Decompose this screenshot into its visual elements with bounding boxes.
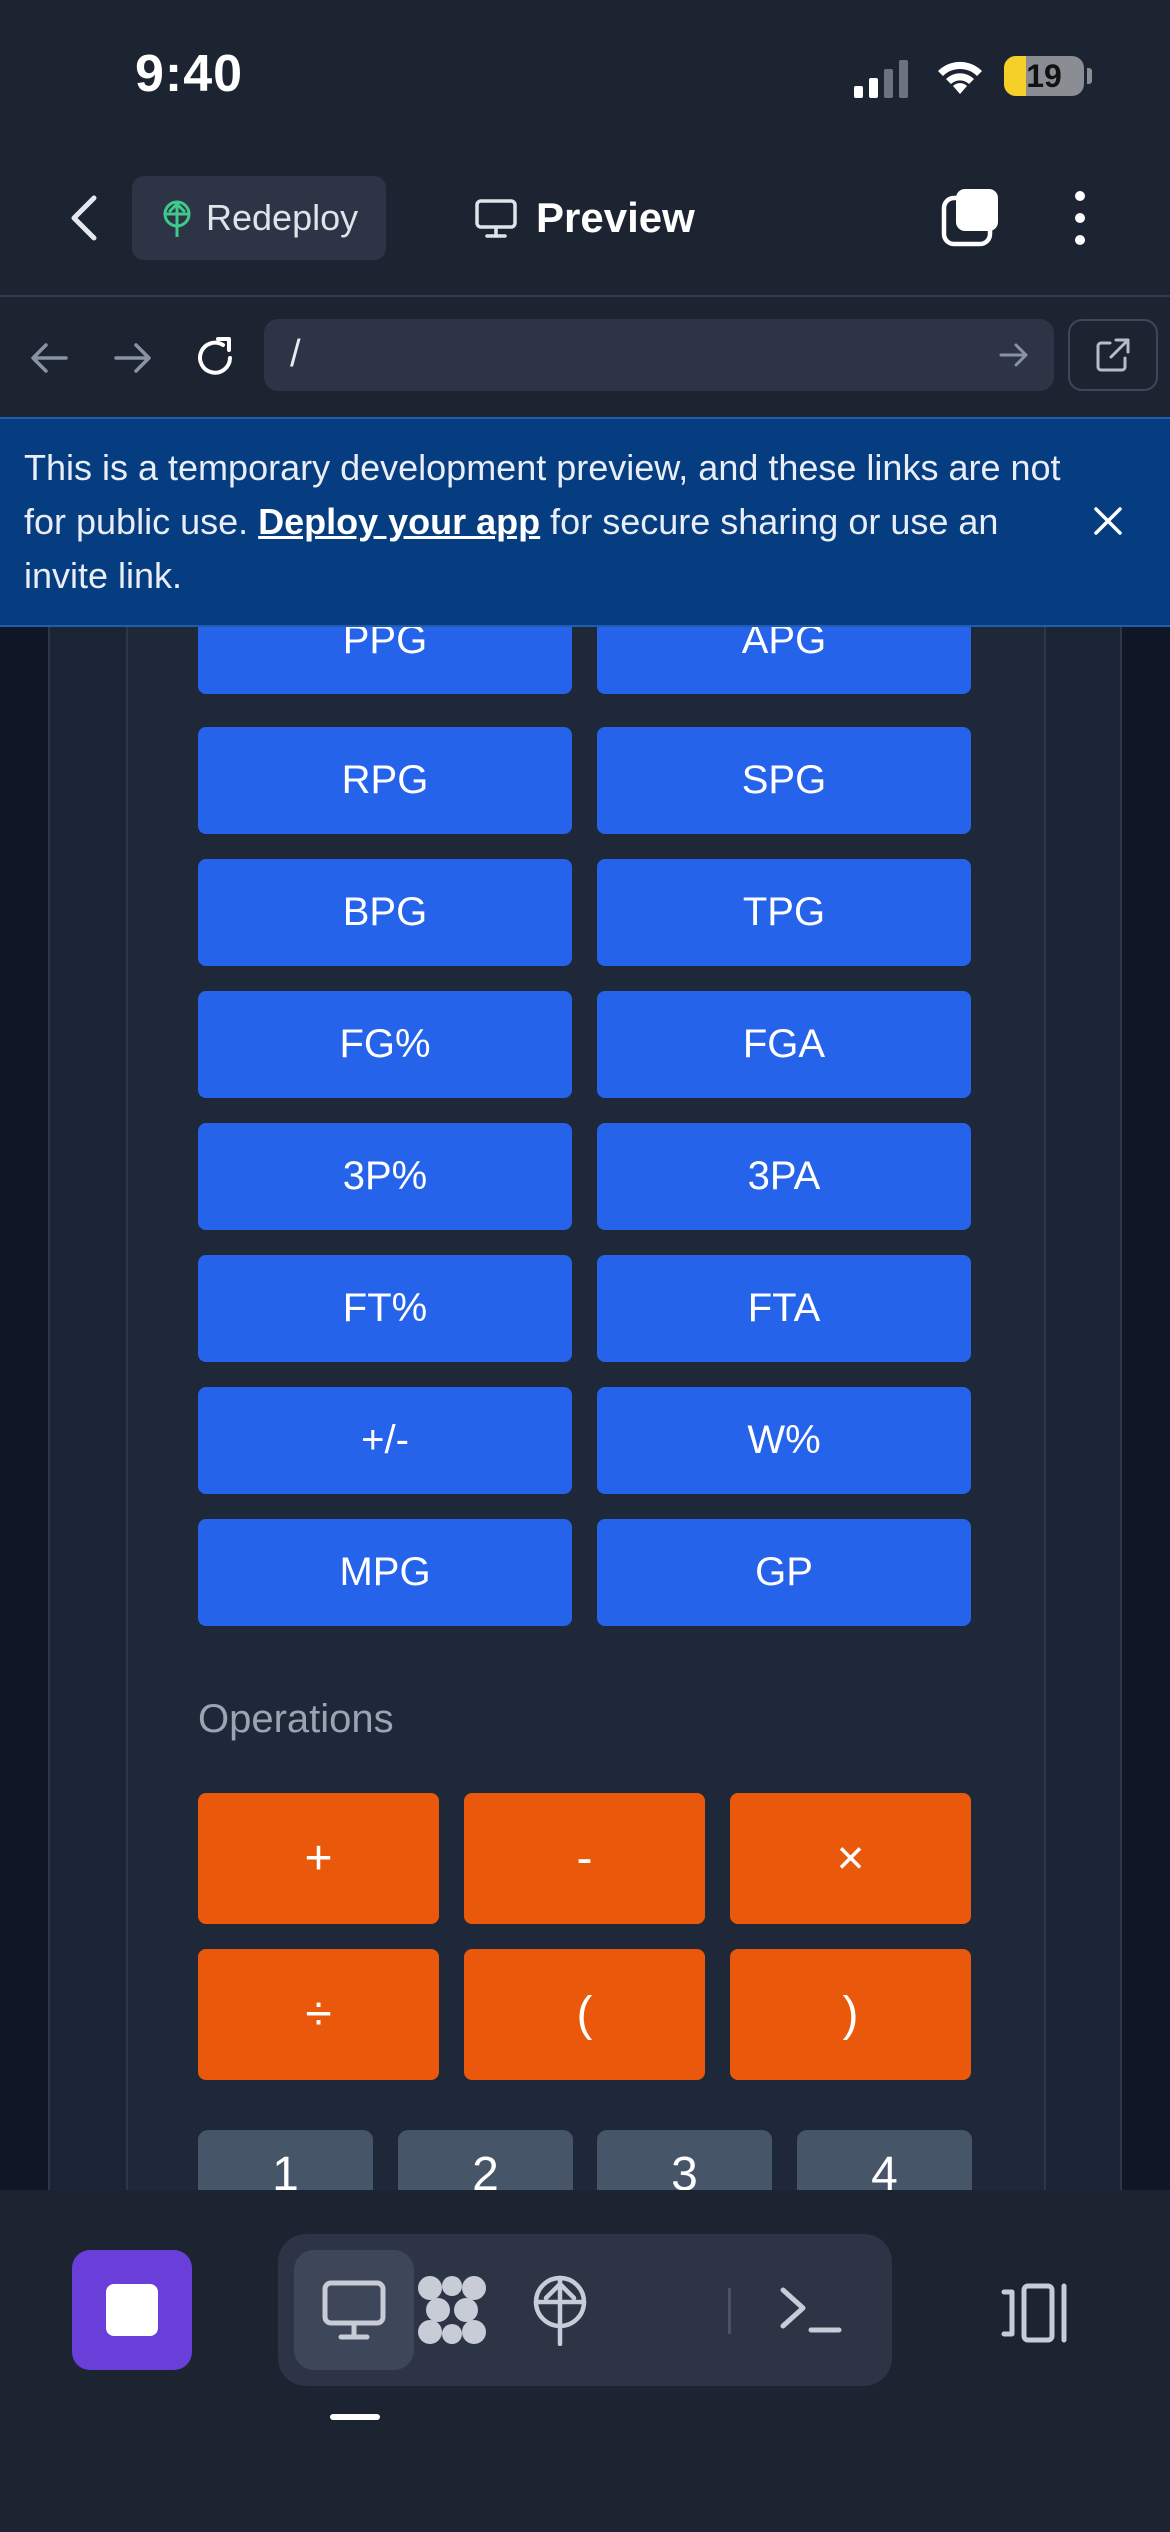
operation-button-divide[interactable]: ÷ <box>198 1949 439 2080</box>
operation-button-open-paren[interactable]: ( <box>464 1949 705 2080</box>
url-text: / <box>290 333 301 375</box>
monitor-icon <box>322 2280 386 2340</box>
stat-button-3pa[interactable]: 3PA <box>597 1123 971 1230</box>
operation-button-multiply[interactable]: × <box>730 1793 971 1924</box>
arrow-left-icon[interactable] <box>24 333 74 383</box>
active-tab-indicator <box>330 2414 380 2420</box>
redeploy-icon <box>163 200 191 237</box>
battery-level: 19 <box>1026 58 1062 94</box>
reload-icon[interactable] <box>190 333 240 383</box>
stat-button-bpg[interactable]: BPG <box>198 859 572 966</box>
go-arrow-icon[interactable] <box>996 337 1032 373</box>
stat-button-spg[interactable]: SPG <box>597 727 971 834</box>
stat-button-rpg[interactable]: RPG <box>198 727 572 834</box>
stat-button-ppg[interactable]: PPG <box>198 627 572 694</box>
wifi-icon <box>938 61 982 94</box>
stat-button-mpg[interactable]: MPG <box>198 1519 572 1626</box>
view-switcher-dock <box>278 2234 892 2386</box>
number-button-3[interactable]: 3 <box>597 2130 772 2190</box>
number-button-4[interactable]: 4 <box>797 2130 972 2190</box>
stat-button-win-pct[interactable]: W% <box>597 1387 971 1494</box>
stat-button-fg-pct[interactable]: FG% <box>198 991 572 1098</box>
dock-deploy-tab[interactable] <box>500 2250 620 2370</box>
close-icon[interactable] <box>1088 501 1128 541</box>
redeploy-button[interactable]: Redeploy <box>132 176 386 260</box>
battery-indicator: 19 <box>1004 56 1084 96</box>
terminal-icon <box>780 2287 842 2333</box>
banner-message: This is a temporary development preview,… <box>24 441 1064 603</box>
bottom-bar <box>0 2190 1170 2532</box>
side-panel-icon[interactable] <box>1000 2280 1072 2346</box>
open-external-icon <box>1096 338 1130 372</box>
stat-button-apg[interactable]: APG <box>597 627 971 694</box>
deploy-icon <box>533 2275 587 2346</box>
preview-warning-banner: This is a temporary development preview,… <box>0 417 1170 627</box>
url-bar: / <box>0 297 1170 417</box>
cellular-signal-icon <box>854 60 908 98</box>
operations-heading: Operations <box>198 1697 394 1741</box>
app-preview-area: PPG APG RPG SPG BPG TPG FG% FGA 3P% 3PA … <box>0 627 1170 2190</box>
stat-button-3p-pct[interactable]: 3P% <box>198 1123 572 1230</box>
arrow-right-icon[interactable] <box>108 333 158 383</box>
chevron-left-icon[interactable] <box>58 190 114 246</box>
status-bar: 9:40 19 <box>0 0 1170 150</box>
open-external-button[interactable] <box>1068 319 1158 391</box>
top-toolbar: Redeploy Preview <box>0 150 1170 295</box>
dock-workflow-tab[interactable] <box>392 2250 512 2370</box>
redeploy-label: Redeploy <box>206 197 359 238</box>
preview-label: Preview <box>536 194 695 241</box>
workflow-icon <box>418 2276 486 2344</box>
dock-separator <box>728 2288 731 2334</box>
dock-terminal-tab[interactable] <box>752 2250 872 2370</box>
stat-button-ft-pct[interactable]: FT% <box>198 1255 572 1362</box>
stat-button-gp[interactable]: GP <box>597 1519 971 1626</box>
url-input[interactable]: / <box>264 319 1054 391</box>
stop-button[interactable] <box>72 2250 192 2370</box>
number-button-1[interactable]: 1 <box>198 2130 373 2190</box>
deploy-app-link[interactable]: Deploy your app <box>258 501 540 542</box>
stat-button-plus-minus[interactable]: +/- <box>198 1387 572 1494</box>
preview-title: Preview <box>474 188 695 248</box>
operation-button-close-paren[interactable]: ) <box>730 1949 971 2080</box>
more-vertical-icon[interactable] <box>1060 188 1100 248</box>
battery-nub <box>1087 68 1092 84</box>
stat-button-fta[interactable]: FTA <box>597 1255 971 1362</box>
status-time: 9:40 <box>135 45 244 103</box>
number-button-2[interactable]: 2 <box>398 2130 573 2190</box>
monitor-icon <box>475 199 517 238</box>
stop-icon <box>106 2284 158 2336</box>
operation-button-add[interactable]: + <box>198 1793 439 1924</box>
stat-button-tpg[interactable]: TPG <box>597 859 971 966</box>
stat-button-fga[interactable]: FGA <box>597 991 971 1098</box>
tabs-icon[interactable] <box>940 186 1002 248</box>
operation-button-subtract[interactable]: - <box>464 1793 705 1924</box>
